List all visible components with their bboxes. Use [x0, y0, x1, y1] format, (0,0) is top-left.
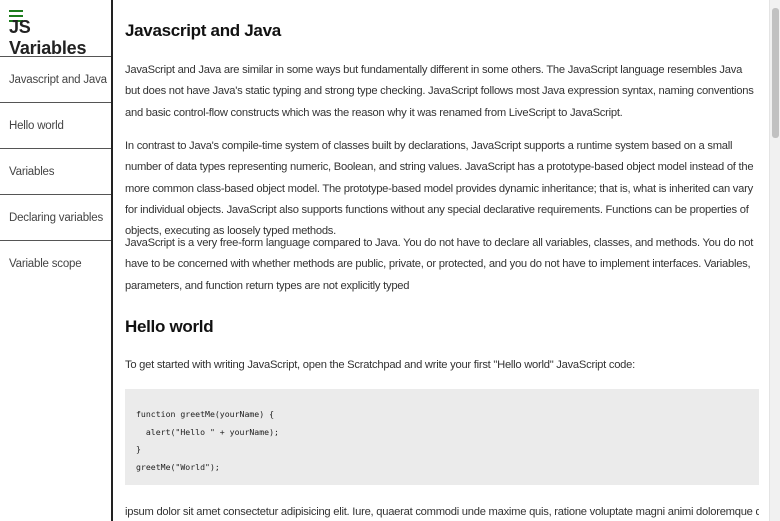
paragraph: JavaScript and Java are similar in some …: [125, 64, 754, 119]
paragraph: ipsum dolor sit amet consectetur adipisi…: [125, 506, 759, 518]
nav-item-declaring-variables[interactable]: Declaring variables: [0, 195, 111, 241]
vertical-scrollbar[interactable]: [769, 0, 780, 521]
nav-item-javascript-and-java[interactable]: Javascript and Java: [0, 57, 111, 103]
sidebar-title: JS Variables: [9, 17, 87, 58]
paragraph: In contrast to Java's compile-time syste…: [125, 140, 754, 238]
nav-item-hello-world[interactable]: Hello world: [0, 103, 111, 149]
sidebar-nav: Javascript and Java Hello world Variable…: [0, 57, 111, 287]
nav-item-variable-scope[interactable]: Variable scope: [0, 241, 111, 287]
nav-item-variables[interactable]: Variables: [0, 149, 111, 195]
section-title-hello-world: Hello world: [125, 317, 214, 336]
scrollbar-thumb[interactable]: [772, 8, 779, 138]
code-block: function greetMe(yourName) { alert("Hell…: [125, 389, 759, 485]
sidebar: JS Variables Javascript and Java Hello w…: [0, 0, 113, 521]
section-title-javascript-and-java: Javascript and Java: [125, 21, 281, 40]
sidebar-header: JS Variables: [0, 0, 111, 58]
paragraph: To get started with writing JavaScript, …: [125, 359, 635, 371]
main-content: Javascript and Java JavaScript and Java …: [113, 0, 769, 521]
code-text: function greetMe(yourName) { alert("Hell…: [136, 409, 279, 472]
app-window: JS Variables Javascript and Java Hello w…: [0, 0, 780, 521]
paragraph: JavaScript is a very free-form language …: [125, 237, 754, 292]
